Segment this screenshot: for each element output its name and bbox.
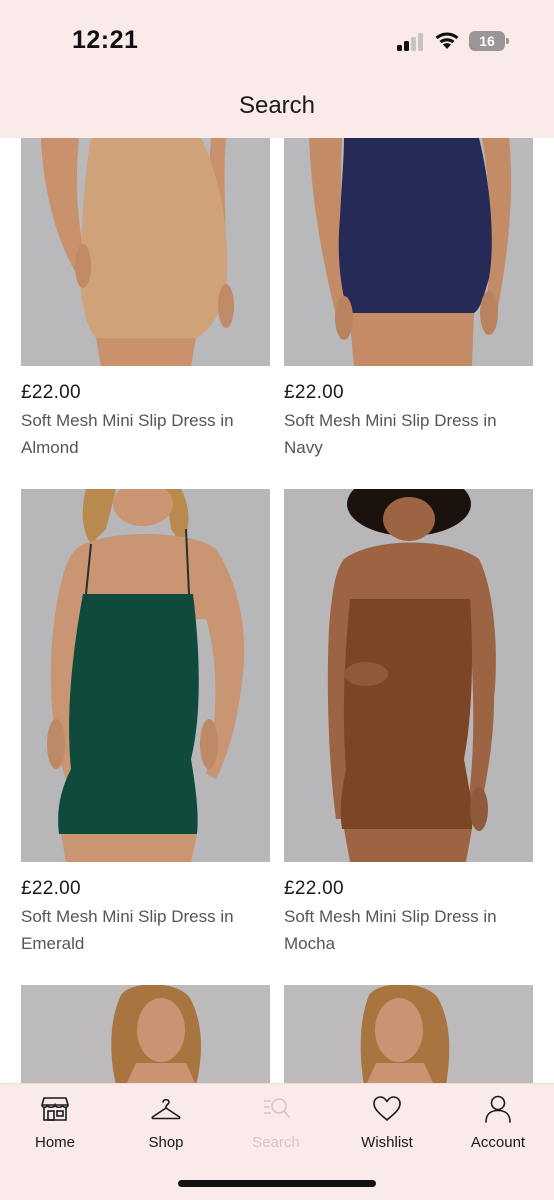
tab-label: Wishlist <box>361 1134 413 1151</box>
product-image[interactable] <box>21 985 270 1085</box>
product-price: £22.00 <box>21 382 81 403</box>
page-title: Search <box>238 92 316 119</box>
tab-shop[interactable]: Shop <box>111 1084 221 1164</box>
battery-icon: 16 <box>469 31 509 51</box>
tab-label: Search <box>252 1134 300 1151</box>
product-name[interactable]: Soft Mesh Mini Slip Dress in Navy <box>284 407 533 461</box>
product-price: £22.00 <box>284 382 344 403</box>
search-list-icon <box>264 1098 290 1118</box>
product-image[interactable] <box>284 985 533 1085</box>
product-name[interactable]: Soft Mesh Mini Slip Dress in Almond <box>21 407 270 461</box>
store-icon <box>41 1097 69 1121</box>
home-indicator[interactable] <box>178 1180 376 1187</box>
tab-label: Shop <box>148 1134 184 1151</box>
tab-account[interactable]: Account <box>443 1084 553 1164</box>
header: 12:21 16 Search <box>0 0 554 138</box>
product-price: £22.00 <box>284 878 344 899</box>
tab-wishlist[interactable]: Wishlist <box>332 1084 442 1164</box>
wifi-icon <box>434 30 460 50</box>
tab-label: Home <box>34 1134 75 1151</box>
product-image[interactable] <box>284 489 533 862</box>
hanger-icon <box>151 1098 181 1120</box>
product-name[interactable]: Soft Mesh Mini Slip Dress in Mocha <box>284 903 533 957</box>
heart-icon <box>373 1096 401 1121</box>
tab-search[interactable]: Search <box>221 1084 331 1164</box>
product-price: £22.00 <box>21 878 81 899</box>
product-image[interactable] <box>21 138 270 366</box>
product-name[interactable]: Soft Mesh Mini Slip Dress in Emerald <box>21 903 270 957</box>
person-icon <box>485 1095 511 1123</box>
product-image[interactable] <box>21 489 270 862</box>
status-time: 12:21 <box>72 26 139 54</box>
tab-label: Account <box>470 1134 526 1151</box>
cellular-signal-icon <box>397 33 425 51</box>
product-grid: £22.00 Soft Mesh Mini Slip Dress in Almo… <box>0 0 554 1200</box>
tab-home[interactable]: Home <box>0 1084 110 1164</box>
status-bar: 12:21 16 <box>0 0 554 80</box>
product-image[interactable] <box>284 138 533 366</box>
battery-level: 16 <box>469 31 505 51</box>
